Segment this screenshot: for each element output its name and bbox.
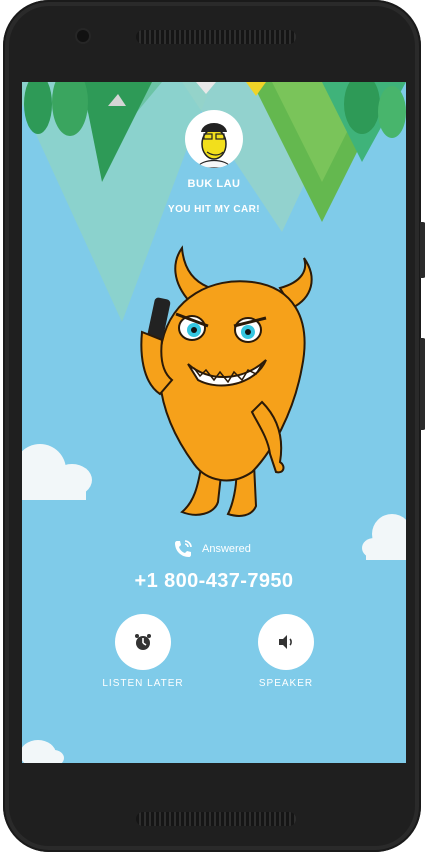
bottom-speaker-grille [136,812,296,826]
power-button [420,222,425,278]
speaker-circle[interactable] [258,614,314,670]
call-status-text: Answered [202,543,251,555]
speaker-button[interactable]: SPEAKER [231,614,341,689]
call-status: Answered [172,538,251,560]
phone-frame: BUK LAU YOU HIT MY CAR! Answered +1 800-… [3,0,425,852]
volume-button [420,338,425,430]
speaker-label: SPEAKER [258,678,314,689]
top-speaker-grille [136,30,296,44]
caller-phone-number: +1 800-437-7950 [134,570,294,592]
listen-later-button[interactable]: LISTEN LATER [88,614,198,689]
speaker-icon [279,635,292,649]
listen-later-circle[interactable] [115,614,171,670]
listen-later-label: LISTEN LATER [102,678,184,689]
incoming-call-screen: BUK LAU YOU HIT MY CAR! Answered +1 800-… [22,82,406,763]
alarm-icon [135,634,151,650]
caller-avatar-illustration [196,123,232,168]
caller-name: BUK LAU [187,178,241,190]
front-camera [77,30,89,42]
phone-answered-icon [175,540,192,557]
caller-avatar [185,110,243,168]
caller-message: YOU HIT MY CAR! [168,204,260,215]
